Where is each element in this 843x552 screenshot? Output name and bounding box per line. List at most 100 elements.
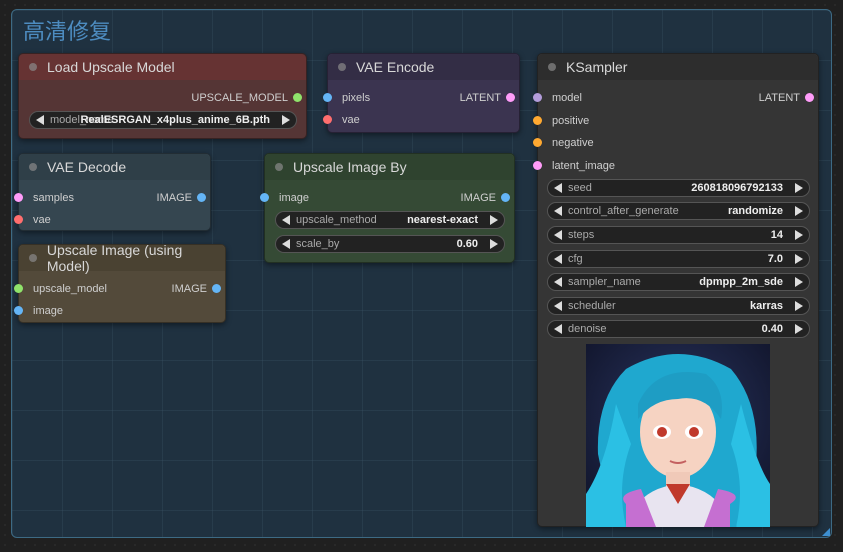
collapse-dot-icon[interactable] bbox=[29, 163, 37, 171]
right-arrow-icon[interactable] bbox=[282, 115, 290, 125]
widget-value: 0.40 bbox=[761, 323, 783, 335]
slot-connector-icon[interactable] bbox=[533, 116, 542, 125]
slot-connector-icon[interactable] bbox=[323, 115, 332, 124]
slot-label: positive bbox=[552, 115, 590, 127]
node-title: VAE Encode bbox=[356, 59, 435, 75]
output-slot-image[interactable]: IMAGE bbox=[406, 191, 510, 205]
slot-connector-icon[interactable] bbox=[14, 215, 23, 224]
node-load-upscale-model[interactable]: Load Upscale Model UPSCALE_MODEL model_n… bbox=[18, 53, 307, 139]
output-slot-latent[interactable]: LATENT bbox=[411, 91, 515, 105]
input-slot-latent-image[interactable]: latent_image bbox=[533, 159, 615, 173]
node-header[interactable]: Upscale Image (using Model) bbox=[19, 242, 225, 274]
slot-connector-icon[interactable] bbox=[260, 193, 269, 202]
right-arrow-icon[interactable] bbox=[490, 239, 498, 249]
output-slot-upscale-model[interactable]: UPSCALE_MODEL bbox=[98, 91, 302, 105]
input-slot-pixels[interactable]: pixels bbox=[323, 91, 370, 105]
right-arrow-icon[interactable] bbox=[795, 277, 803, 287]
collapse-dot-icon[interactable] bbox=[29, 254, 37, 262]
collapse-dot-icon[interactable] bbox=[29, 63, 37, 71]
slot-connector-icon[interactable] bbox=[501, 193, 510, 202]
node-upscale-image-by[interactable]: Upscale Image By image IMAGE upscale_met… bbox=[260, 153, 515, 263]
collapse-dot-icon[interactable] bbox=[338, 63, 346, 71]
left-arrow-icon[interactable] bbox=[554, 183, 562, 193]
slot-connector-icon[interactable] bbox=[14, 306, 23, 315]
steps-number[interactable]: steps 14 bbox=[547, 226, 810, 244]
widget-value: 0.60 bbox=[456, 238, 478, 250]
input-slot-vae[interactable]: vae bbox=[14, 213, 51, 227]
node-vae-decode[interactable]: VAE Decode samples vae IMAGE bbox=[14, 153, 211, 231]
slot-connector-icon[interactable] bbox=[293, 93, 302, 102]
input-slot-model[interactable]: model bbox=[533, 91, 582, 105]
left-arrow-icon[interactable] bbox=[36, 115, 44, 125]
slot-connector-icon[interactable] bbox=[197, 193, 206, 202]
input-slot-negative[interactable]: negative bbox=[533, 136, 594, 150]
scale-by-number[interactable]: scale_by 0.60 bbox=[275, 235, 505, 253]
right-arrow-icon[interactable] bbox=[795, 301, 803, 311]
input-slot-vae[interactable]: vae bbox=[323, 113, 360, 127]
upscale-method-combo[interactable]: upscale_method nearest-exact bbox=[275, 211, 505, 229]
input-slot-samples[interactable]: samples bbox=[14, 191, 74, 205]
denoise-number[interactable]: denoise 0.40 bbox=[547, 320, 810, 338]
right-arrow-icon[interactable] bbox=[795, 324, 803, 334]
slot-label: IMAGE bbox=[460, 192, 496, 204]
node-vae-encode[interactable]: VAE Encode pixels vae LATENT bbox=[323, 53, 520, 133]
output-slot-latent[interactable]: LATENT bbox=[710, 91, 814, 105]
node-header[interactable]: KSampler bbox=[538, 54, 818, 80]
slot-connector-icon[interactable] bbox=[533, 93, 542, 102]
node-ksampler[interactable]: KSampler model positive negative latent_… bbox=[533, 53, 819, 527]
left-arrow-icon[interactable] bbox=[554, 206, 562, 216]
output-slot-image[interactable]: IMAGE bbox=[117, 282, 221, 296]
node-title: Upscale Image (using Model) bbox=[46, 242, 183, 274]
slot-connector-icon[interactable] bbox=[506, 93, 515, 102]
node-upscale-image-using-model[interactable]: Upscale Image (using Model) upscale_mode… bbox=[14, 242, 226, 323]
node-title: VAE Decode bbox=[47, 159, 127, 175]
slot-label: IMAGE bbox=[171, 283, 207, 295]
widget-label: steps bbox=[568, 229, 595, 241]
slot-connector-icon[interactable] bbox=[14, 193, 23, 202]
right-arrow-icon[interactable] bbox=[795, 206, 803, 216]
node-header[interactable]: Load Upscale Model bbox=[19, 54, 306, 80]
left-arrow-icon[interactable] bbox=[554, 301, 562, 311]
left-arrow-icon[interactable] bbox=[554, 254, 562, 264]
slot-connector-icon[interactable] bbox=[212, 284, 221, 293]
slot-connector-icon[interactable] bbox=[805, 93, 814, 102]
left-arrow-icon[interactable] bbox=[282, 215, 290, 225]
model-name-combo[interactable]: model_name RealESRGAN_x4plus_anime_6B.pt… bbox=[29, 111, 297, 129]
node-header[interactable]: VAE Decode bbox=[19, 154, 210, 180]
output-slot-image[interactable]: IMAGE bbox=[102, 191, 206, 205]
collapse-dot-icon[interactable] bbox=[548, 63, 556, 71]
slot-label: IMAGE bbox=[156, 192, 192, 204]
right-arrow-icon[interactable] bbox=[795, 254, 803, 264]
left-arrow-icon[interactable] bbox=[554, 230, 562, 240]
cfg-number[interactable]: cfg 7.0 bbox=[547, 250, 810, 268]
widget-value: nearest-exact bbox=[407, 214, 478, 226]
slot-label: vae bbox=[33, 214, 51, 226]
left-arrow-icon[interactable] bbox=[282, 239, 290, 249]
slot-label: samples bbox=[33, 192, 74, 204]
node-header[interactable]: VAE Encode bbox=[328, 54, 519, 80]
seed-number[interactable]: seed 260818096792133 bbox=[547, 179, 810, 197]
widget-label: scale_by bbox=[296, 238, 340, 250]
sampler-name-combo[interactable]: sampler_name dpmpp_2m_sde bbox=[547, 273, 810, 291]
anime-girl-illustration bbox=[586, 344, 770, 527]
slot-label: model bbox=[552, 92, 582, 104]
right-arrow-icon[interactable] bbox=[490, 215, 498, 225]
input-slot-upscale-model[interactable]: upscale_model bbox=[14, 282, 107, 296]
slot-connector-icon[interactable] bbox=[14, 284, 23, 293]
left-arrow-icon[interactable] bbox=[554, 324, 562, 334]
group-title[interactable]: 高清修复 bbox=[23, 14, 111, 46]
control-after-generate-combo[interactable]: control_after_generate randomize bbox=[547, 202, 810, 220]
slot-connector-icon[interactable] bbox=[533, 161, 542, 170]
collapse-dot-icon[interactable] bbox=[275, 163, 283, 171]
right-arrow-icon[interactable] bbox=[795, 183, 803, 193]
node-header[interactable]: Upscale Image By bbox=[265, 154, 514, 180]
slot-connector-icon[interactable] bbox=[323, 93, 332, 102]
left-arrow-icon[interactable] bbox=[554, 277, 562, 287]
input-slot-positive[interactable]: positive bbox=[533, 114, 590, 128]
scheduler-combo[interactable]: scheduler karras bbox=[547, 297, 810, 315]
right-arrow-icon[interactable] bbox=[795, 230, 803, 240]
slot-connector-icon[interactable] bbox=[533, 138, 542, 147]
input-slot-image[interactable]: image bbox=[260, 191, 309, 205]
group-resize-handle[interactable] bbox=[822, 528, 830, 536]
input-slot-image[interactable]: image bbox=[14, 304, 63, 318]
